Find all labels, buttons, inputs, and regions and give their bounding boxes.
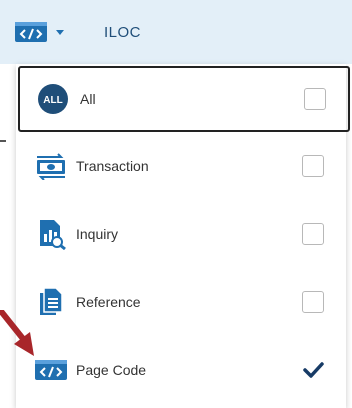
top-bar: ILOC: [0, 0, 352, 64]
pointer-arrow-icon: [0, 310, 34, 356]
menu-item-reference[interactable]: Reference: [16, 268, 346, 336]
checkmark-icon: [303, 362, 324, 378]
menu-item-inquiry[interactable]: Inquiry: [16, 200, 346, 268]
inquiry-icon: [34, 217, 68, 251]
top-bar-label: ILOC: [104, 24, 142, 41]
menu-item-label: Page Code: [76, 362, 147, 378]
checkbox-inquiry[interactable]: [302, 223, 324, 245]
checkbox-all[interactable]: [304, 88, 326, 110]
menu-item-label: Inquiry: [76, 226, 119, 242]
chevron-down-icon: [56, 29, 64, 35]
divider: [0, 140, 6, 142]
code-icon: [14, 20, 48, 44]
menu-item-transaction[interactable]: Transaction: [16, 132, 346, 200]
checkbox-page-code[interactable]: [302, 359, 324, 381]
menu-item-label: All: [80, 91, 96, 107]
transaction-icon: [34, 149, 68, 183]
menu-item-page-code[interactable]: Page Code: [16, 336, 346, 404]
all-badge-icon: ALL: [36, 82, 70, 116]
page: ILOC ALL All Transaction Inquiry Referen…: [0, 0, 352, 408]
checkbox-transaction[interactable]: [302, 155, 324, 177]
menu-item-label: Transaction: [76, 158, 149, 174]
menu-item-label: Reference: [76, 294, 141, 310]
type-dropdown-menu: ALL All Transaction Inquiry Reference Pa…: [16, 64, 350, 408]
svg-text:ALL: ALL: [43, 95, 62, 106]
type-dropdown-button[interactable]: [14, 18, 64, 46]
menu-item-all[interactable]: ALL All: [18, 66, 350, 132]
checkbox-reference[interactable]: [302, 291, 324, 313]
